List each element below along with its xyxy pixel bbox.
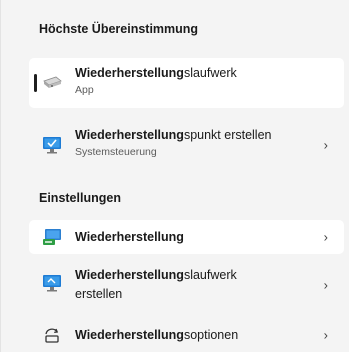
- selection-indicator: [34, 74, 37, 92]
- monitor-drive-icon: [41, 273, 63, 295]
- result-title: Wiederherstellungslaufwerk: [75, 66, 237, 80]
- result-title: Wiederherstellungslaufwerk: [75, 268, 237, 282]
- recovery-icon: [41, 226, 63, 248]
- section-header-best-match: Höchste Übereinstimmung: [39, 22, 199, 36]
- result-title: Wiederherstellung: [75, 230, 184, 244]
- best-match-result[interactable]: Wiederherstellungslaufwerk App: [29, 58, 344, 108]
- drive-icon: [41, 72, 63, 94]
- result-subtitle: App: [75, 84, 94, 96]
- result-recovery-drive-create[interactable]: Wiederherstellungslaufwerk erstellen ›: [29, 260, 344, 310]
- result-title: Wiederherstellungsoptionen: [75, 328, 239, 342]
- section-header-settings: Einstellungen: [39, 191, 121, 205]
- result-recovery[interactable]: Wiederherstellung ›: [29, 220, 344, 254]
- recovery-options-icon: [41, 324, 63, 346]
- chevron-right-icon: ›: [323, 327, 328, 343]
- chevron-right-icon: ›: [323, 229, 328, 245]
- result-title-line2: erstellen: [75, 287, 123, 301]
- result-subtitle: Systemsteuerung: [75, 146, 157, 158]
- search-results-panel: Höchste Übereinstimmung Wiederherstellun…: [0, 0, 349, 352]
- result-restore-point[interactable]: Wiederherstellungspunkt erstellen System…: [29, 120, 344, 170]
- chevron-right-icon: ›: [323, 277, 328, 293]
- result-recovery-options[interactable]: Wiederherstellungsoptionen ›: [29, 318, 344, 352]
- chevron-right-icon: ›: [323, 137, 328, 153]
- monitor-check-icon: [41, 134, 63, 156]
- result-title: Wiederherstellungspunkt erstellen: [75, 128, 272, 142]
